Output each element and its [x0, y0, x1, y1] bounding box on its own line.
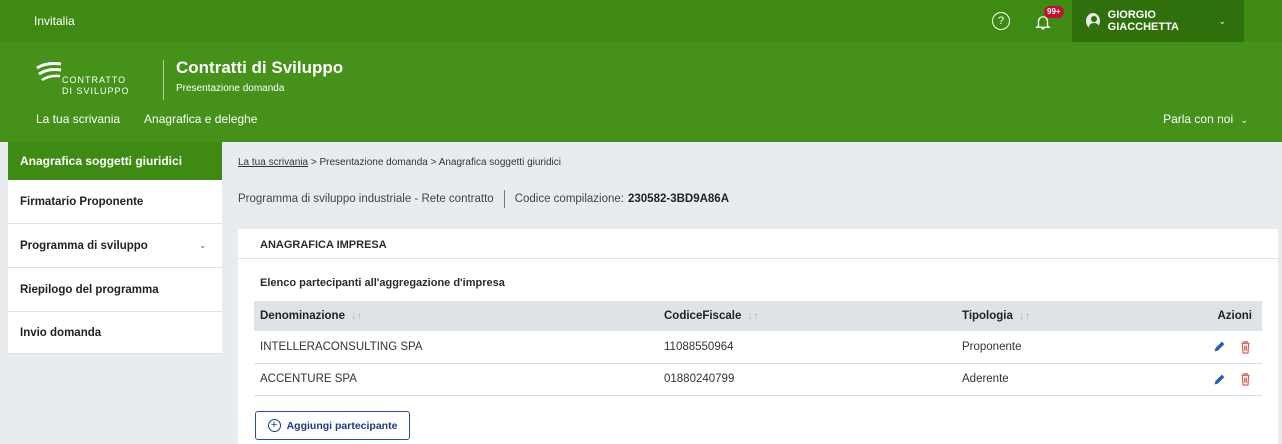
app-subtitle: Presentazione domanda — [176, 83, 285, 94]
cell-codice-fiscale: 01880240799 — [658, 363, 956, 396]
table-row: INTELLERACONSULTING SPA 11088550964 Prop… — [254, 331, 1262, 364]
col-codice-fiscale[interactable]: CodiceFiscale ↓↑ — [658, 301, 956, 331]
breadcrumb: La tua scrivania > Presentazione domanda… — [238, 157, 561, 168]
cell-codice-fiscale: 11088550964 — [658, 331, 956, 364]
breadcrumb-rest: > Presentazione domanda > Anagrafica sog… — [308, 157, 561, 168]
nav-la-tua-scrivania[interactable]: La tua scrivania — [36, 112, 120, 126]
cell-azioni — [1182, 363, 1262, 396]
notification-badge: 99+ — [1044, 6, 1064, 18]
trash-icon[interactable] — [1239, 340, 1252, 354]
col-tipologia[interactable]: Tipologia ↓↑ — [956, 301, 1182, 331]
sidebar-item-firmatario[interactable]: Firmatario Proponente — [8, 180, 222, 224]
sidebar: Anagrafica soggetti giuridici Firmatario… — [8, 142, 222, 354]
programma-info: Programma di sviluppo industriale - Rete… — [238, 190, 729, 208]
edit-pencil-icon[interactable] — [1213, 373, 1226, 386]
sidebar-item-label: Programma di sviluppo — [20, 239, 148, 252]
chevron-down-icon: ⌄ — [1240, 115, 1248, 125]
nav-anagrafica-deleghe[interactable]: Anagrafica e deleghe — [144, 112, 257, 126]
divider — [503, 190, 505, 208]
logo-swoosh-icon — [36, 62, 62, 82]
sidebar-item-riepilogo[interactable]: Riepilogo del programma — [8, 268, 222, 312]
logo-text-line1: CONTRATTO — [62, 75, 127, 85]
add-participant-button[interactable]: + Aggiungi partecipante — [255, 411, 410, 440]
chevron-down-icon: ⌄ — [199, 241, 206, 250]
cell-tipologia: Proponente — [956, 331, 1182, 364]
participants-table: Denominazione ↓↑ CodiceFiscale ↓↑ Tipologi… — [254, 301, 1262, 396]
logo-text-line2: DI SVILUPPO — [62, 86, 130, 96]
help-icon[interactable]: ? — [992, 12, 1010, 30]
app-title: Contratti di Sviluppo — [176, 58, 344, 77]
avatar — [1086, 13, 1100, 29]
cell-tipologia: Aderente — [956, 363, 1182, 396]
cell-denominazione: ACCENTURE SPA — [254, 363, 658, 396]
card-subtitle: Elenco partecipanti all'aggregazione d'i… — [260, 277, 505, 289]
programma-type: Programma di sviluppo industriale - Rete… — [238, 193, 494, 205]
parla-con-noi-menu[interactable]: Parla con noi ⌄ — [1163, 112, 1248, 126]
notifications-icon[interactable]: 99+ — [1034, 6, 1064, 32]
codice-label: Codice compilazione: — [514, 193, 624, 205]
table-header-row: Denominazione ↓↑ CodiceFiscale ↓↑ Tipologi… — [254, 301, 1262, 331]
sidebar-item-invio[interactable]: Invio domanda — [8, 312, 222, 354]
trash-icon[interactable] — [1239, 372, 1252, 386]
cell-azioni — [1182, 331, 1262, 364]
chevron-down-icon: ⌄ — [1218, 15, 1226, 26]
card-title: ANAGRAFICA IMPRESA — [238, 229, 1278, 259]
parla-label: Parla con noi — [1163, 112, 1234, 126]
sidebar-item-label: Firmatario Proponente — [20, 195, 144, 208]
brand-link[interactable]: Invitalia — [0, 14, 992, 28]
sort-icon[interactable]: ↓↑ — [1019, 311, 1031, 322]
codice-value: 230582-3BD9A86A — [628, 193, 730, 205]
col-denominazione[interactable]: Denominazione ↓↑ — [254, 301, 658, 331]
app-header: CONTRATTO DI SVILUPPO Contratti di Svilu… — [0, 42, 1282, 142]
contratto-logo[interactable]: CONTRATTO DI SVILUPPO — [36, 60, 156, 100]
plus-circle-icon: + — [267, 419, 281, 432]
top-bar: Invitalia ? 99+ GIORGIO GIACCHETTA ⌄ — [0, 0, 1282, 42]
add-participant-label: Aggiungi partecipante — [286, 419, 398, 432]
sort-icon[interactable]: ↓↑ — [351, 311, 363, 322]
user-menu-button[interactable]: GIORGIO GIACCHETTA ⌄ — [1072, 0, 1244, 42]
header-divider — [163, 60, 164, 100]
main-nav: La tua scrivania Anagrafica e deleghe — [36, 112, 257, 126]
cell-denominazione: INTELLERACONSULTING SPA — [254, 331, 658, 364]
anagrafica-card: ANAGRAFICA IMPRESA Elenco partecipanti a… — [238, 229, 1278, 444]
sidebar-item-label: Riepilogo del programma — [20, 283, 159, 296]
col-azioni: Azioni — [1182, 301, 1262, 331]
sidebar-item-programma[interactable]: Programma di sviluppo ⌄ — [8, 224, 222, 268]
sort-icon[interactable]: ↓↑ — [747, 311, 759, 322]
breadcrumb-link-scrivania[interactable]: La tua scrivania — [238, 157, 308, 168]
user-name: GIORGIO GIACCHETTA — [1107, 9, 1179, 33]
sidebar-item-anagrafica-soggetti[interactable]: Anagrafica soggetti giuridici — [8, 142, 222, 180]
col-label: Denominazione — [260, 310, 345, 322]
col-label: CodiceFiscale — [664, 310, 742, 322]
col-label: Tipologia — [962, 310, 1013, 322]
left-gutter — [0, 142, 8, 444]
table-row: ACCENTURE SPA 01880240799 Aderente — [254, 363, 1262, 396]
sidebar-item-label: Invio domanda — [20, 327, 102, 339]
edit-pencil-icon[interactable] — [1213, 340, 1226, 353]
